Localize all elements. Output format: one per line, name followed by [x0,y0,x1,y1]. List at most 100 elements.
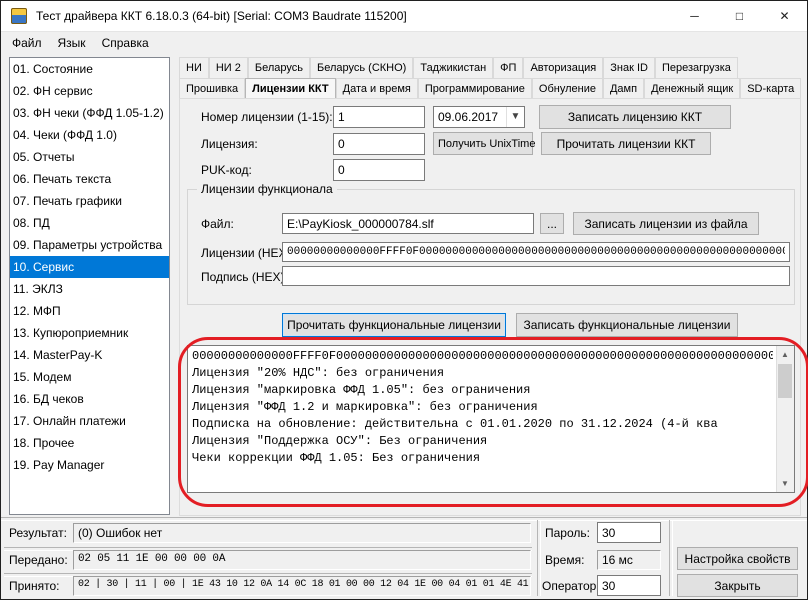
menu-bar: ФайлЯзыкСправка [1,32,807,55]
output-line: Лицензия "маркировка ФФД 1.05": без огра… [192,382,773,399]
output-line: Подписка на обновление: действительна с … [192,416,773,433]
sidebar-item[interactable]: 11. ЭКЛЗ [10,278,169,300]
functional-licenses-group-title: Лицензии функционала [197,182,337,196]
tab[interactable]: НИ 2 [209,57,248,78]
tab[interactable]: Обнуление [532,78,603,99]
tab[interactable]: Дата и время [336,78,418,99]
read-kkt-licenses-button[interactable]: Прочитать лицензии ККТ [541,132,711,155]
write-kkt-license-button[interactable]: Записать лицензию ККТ [539,105,731,129]
write-functional-licenses-button[interactable]: Записать функциональные лицензии [516,313,738,337]
sidebar-item[interactable]: 16. БД чеков [10,388,169,410]
password-label: Пароль: [545,526,590,540]
sidebar-item[interactable]: 07. Печать графики [10,190,169,212]
browse-file-button[interactable]: ... [540,213,564,234]
status-vertical-separator-2 [669,520,673,596]
tab[interactable]: Прошивка [179,78,245,99]
tab[interactable]: Денежный ящик [644,78,740,99]
sidebar-item[interactable]: 09. Параметры устройства [10,234,169,256]
read-functional-licenses-button[interactable]: Прочитать функциональные лицензии [282,313,506,337]
sidebar-item[interactable]: 06. Печать текста [10,168,169,190]
get-unixtime-button[interactable]: Получить UnixTime [433,132,533,155]
tab[interactable]: Перезагрузка [655,57,738,78]
tab[interactable]: Беларусь [248,57,310,78]
menu-item[interactable]: Язык [50,32,94,54]
license-value-input[interactable] [333,133,425,155]
license-number-input[interactable] [333,106,425,128]
signature-hex-label: Подпись (HEX): [201,270,288,284]
output-line: Чеки коррекции ФФД 1.05: Без ограничения [192,450,773,467]
sidebar-item[interactable]: 03. ФН чеки (ФФД 1.05-1.2) [10,102,169,124]
sidebar-item[interactable]: 19. Pay Manager [10,454,169,476]
properties-settings-button[interactable]: Настройка свойств [677,547,798,570]
file-label: Файл: [201,217,234,231]
tab[interactable]: Знак ID [603,57,655,78]
received-label: Принято: [9,579,60,593]
puk-label: PUK-код: [201,163,252,177]
tab[interactable]: Лицензии ККТ [245,78,335,99]
sidebar-item[interactable]: 01. Состояние [10,58,169,80]
tab[interactable]: Дамп [603,78,644,99]
password-input[interactable] [597,522,661,543]
operator-label: Оператор: [542,579,600,593]
app-window: Тест драйвера ККТ 6.18.0.3 (64-bit) [Ser… [0,0,808,600]
output-log[interactable]: 00000000000000FFFF0F00000000000000000000… [188,346,777,492]
scrollbar-thumb[interactable] [778,364,792,398]
file-path-input[interactable] [282,213,534,234]
scroll-down-icon[interactable]: ▼ [777,475,793,492]
tab[interactable]: НИ [179,57,209,78]
sent-label: Передано: [9,553,68,567]
tab[interactable]: Авторизация [523,57,603,78]
puk-input[interactable] [333,159,425,181]
operator-input[interactable] [597,575,661,596]
sidebar-item[interactable]: 02. ФН сервис [10,80,169,102]
tab[interactable]: Программирование [418,78,532,99]
received-value: 02 | 30 | 11 | 00 | 1E 43 10 12 0A 14 0C… [73,576,531,596]
maximize-icon[interactable]: □ [717,1,762,31]
sidebar-item[interactable]: 04. Чеки (ФФД 1.0) [10,124,169,146]
sidebar-item[interactable]: 13. Купюроприемник [10,322,169,344]
sent-value: 02 05 11 1E 00 00 00 0A [73,550,531,570]
sidebar-item[interactable]: 15. Модем [10,366,169,388]
tab[interactable]: ФП [493,57,523,78]
menu-item[interactable]: Файл [4,32,50,54]
status-vertical-separator-1 [537,520,541,596]
sidebar-mode-list: 01. Состояние02. ФН сервис03. ФН чеки (Ф… [9,57,170,515]
licenses-hex-input[interactable] [282,242,790,262]
write-licenses-from-file-button[interactable]: Записать лицензии из файла [573,212,759,235]
output-line: Лицензия "ФФД 1.2 и маркировка": без огр… [192,399,773,416]
status-bar: Результат: (0) Ошибок нет Пароль: Переда… [1,517,807,599]
sidebar-item[interactable]: 10. Сервис [10,256,169,278]
tab[interactable]: SD-карта [740,78,801,99]
time-value: 16 мс [597,550,661,570]
sidebar-item[interactable]: 14. MasterPay-K [10,344,169,366]
close-icon[interactable]: ✕ [762,1,807,31]
tab[interactable]: Беларусь (СКНО) [310,57,413,78]
sidebar-item[interactable]: 12. МФП [10,300,169,322]
sidebar-item[interactable]: 18. Прочее [10,432,169,454]
output-line: Лицензия "20% НДС": без ограничения [192,365,773,382]
tab-row-1: НИНИ 2БеларусьБеларусь (СКНО)Таджикистан… [179,57,801,78]
sidebar-item[interactable]: 08. ПД [10,212,169,234]
title-bar: Тест драйвера ККТ 6.18.0.3 (64-bit) [Ser… [1,1,807,32]
window-title: Тест драйвера ККТ 6.18.0.3 (64-bit) [Ser… [36,9,672,23]
app-icon [11,8,27,24]
license-number-label: Номер лицензии (1-15): [201,110,333,124]
result-label: Результат: [9,526,67,540]
minimize-icon[interactable]: ─ [672,1,717,31]
license-date-picker[interactable]: 09.06.2017 ▼ [433,106,525,128]
license-label: Лицензия: [201,137,258,151]
result-value: (0) Ошибок нет [73,523,531,543]
chevron-down-icon[interactable]: ▼ [506,107,524,127]
scroll-up-icon[interactable]: ▲ [777,346,793,363]
tab[interactable]: Таджикистан [413,57,493,78]
status-top-separator [1,517,807,521]
tab-row-2: ПрошивкаЛицензии ККТДата и времяПрограмм… [179,78,801,99]
vertical-scrollbar[interactable]: ▲ ▼ [776,346,794,492]
sidebar-item[interactable]: 05. Отчеты [10,146,169,168]
license-output-box: 00000000000000FFFF0F00000000000000000000… [187,345,795,493]
close-window-button[interactable]: Закрыть [677,574,798,597]
sidebar-item[interactable]: 17. Онлайн платежи [10,410,169,432]
output-line: 00000000000000FFFF0F00000000000000000000… [192,348,773,365]
signature-hex-input[interactable] [282,266,790,286]
menu-item[interactable]: Справка [94,32,157,54]
